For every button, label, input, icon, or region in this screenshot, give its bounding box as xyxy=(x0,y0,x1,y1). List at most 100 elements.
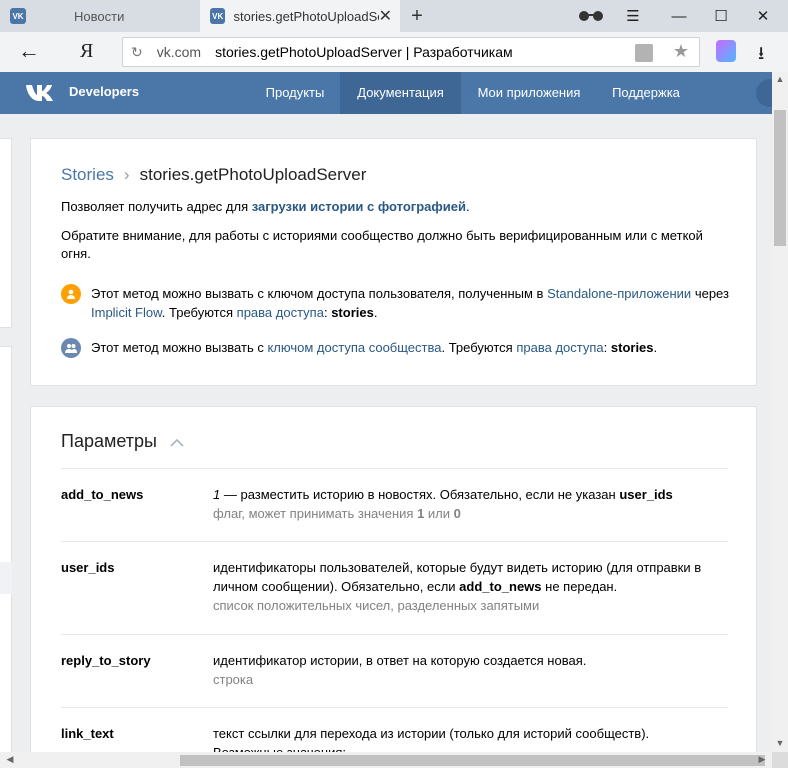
note-text-part: : xyxy=(603,340,608,355)
maximize-button[interactable]: ☐ xyxy=(704,0,738,32)
standalone-app-link[interactable]: Standalone-приложении xyxy=(547,286,691,301)
lock-icon[interactable] xyxy=(635,44,653,62)
note-text: Этот метод можно вызвать с ключом доступ… xyxy=(91,338,741,357)
new-tab-button[interactable]: + xyxy=(406,4,428,28)
tab-news[interactable]: VK Новости xyxy=(0,0,198,32)
tab-close-icon[interactable]: ✕ xyxy=(379,6,392,26)
breadcrumb-stories-link[interactable]: Stories xyxy=(61,165,114,184)
divider xyxy=(61,634,728,635)
note-text-part: через xyxy=(694,286,729,301)
download-icon[interactable]: ⭳ xyxy=(758,41,764,71)
vertical-scroll-thumb[interactable] xyxy=(774,110,786,246)
param-type: список положительных чисел, разделенных … xyxy=(213,598,540,613)
vk-logo-icon[interactable] xyxy=(25,82,57,104)
param-desc-text: текст ссылки для перехода из истории (то… xyxy=(213,726,650,741)
scroll-down-icon[interactable]: ▼ xyxy=(772,738,788,748)
access-rights-link[interactable]: права доступа xyxy=(516,340,603,355)
param-description: идентификаторы пользователей, которые бу… xyxy=(213,558,723,615)
vertical-scrollbar[interactable]: ▲ ▼ xyxy=(772,72,788,752)
params-card: Параметры add_to_news 1 — разместить ист… xyxy=(30,406,757,752)
implicit-flow-link[interactable]: Implicit Flow xyxy=(91,305,162,320)
breadcrumb-separator-icon: › xyxy=(123,165,130,184)
desc-text: Позволяет получить адрес для xyxy=(61,199,249,214)
param-desc-text: — разместить историю в новостях. Обязате… xyxy=(220,487,620,502)
address-domain: vk.com xyxy=(156,44,202,60)
yandex-button[interactable]: Я xyxy=(80,40,93,63)
param-description: 1 — разместить историю в новостях. Обяза… xyxy=(213,485,723,523)
nav-my-apps[interactable]: Мои приложения xyxy=(463,72,595,114)
group-icon xyxy=(61,338,81,358)
address-page-title: stories.getPhotoUploadServer | Разработч… xyxy=(215,44,513,60)
param-desc-text: идентификатор истории, в ответ на котору… xyxy=(213,653,587,668)
vk-favicon-icon: VK xyxy=(10,8,26,24)
user-icon xyxy=(61,284,81,304)
divider xyxy=(61,707,728,708)
bookmark-star-icon[interactable]: ★ xyxy=(673,41,689,62)
tab-title: Новости xyxy=(74,8,125,24)
desc-text: . xyxy=(465,199,470,214)
page-title: stories.getPhotoUploadServer xyxy=(139,165,367,184)
page-content: Stories › stories.getPhotoUploadServer Поз… xyxy=(0,114,772,752)
left-menu-panel xyxy=(0,346,12,752)
browser-tab-strip: VK Новости VK stories.getPhotoUploadSe ✕… xyxy=(0,0,788,32)
access-rights-link[interactable]: права доступа xyxy=(237,305,324,320)
param-type-text: или xyxy=(424,506,454,521)
browser-toolbar: ← Я ↻ vk.com stories.getPhotoUploadServe… xyxy=(0,32,788,72)
vk-favicon-icon: VK xyxy=(210,8,226,24)
horizontal-scroll-thumb[interactable] xyxy=(180,755,765,766)
note-text-part: . Требуются xyxy=(441,340,513,355)
menu-icon[interactable]: ☰ xyxy=(616,0,650,32)
note-text-part: Этот метод можно вызвать с xyxy=(91,340,264,355)
vk-header: Developers Продукты Документация Мои при… xyxy=(0,72,784,114)
method-card: Stories › stories.getPhotoUploadServer Поз… xyxy=(30,138,757,386)
left-menu-selected-item[interactable] xyxy=(0,562,12,594)
address-bar[interactable]: ↻ vk.com stories.getPhotoUploadServer | … xyxy=(122,37,700,67)
nav-documentation[interactable]: Документация xyxy=(340,72,461,114)
param-type-value: 0 xyxy=(453,506,461,521)
incognito-glasses-icon[interactable] xyxy=(574,0,608,32)
chevron-up-icon[interactable] xyxy=(169,435,185,451)
scrollbar-corner xyxy=(772,752,788,768)
param-desc-text: Возможные значения: xyxy=(213,743,723,752)
nav-products[interactable]: Продукты xyxy=(252,72,338,114)
method-description: Позволяет получить адрес для загрузки ис… xyxy=(61,199,470,214)
param-desc-text: не передан. xyxy=(541,579,618,594)
param-type: строка xyxy=(213,672,254,687)
param-name: user_ids xyxy=(61,560,115,575)
tab-stories-method[interactable]: VK stories.getPhotoUploadSe ✕ xyxy=(200,0,400,32)
divider xyxy=(61,468,728,469)
note-text-part: . Требуются xyxy=(161,305,234,320)
note-text-part: . xyxy=(373,305,378,320)
param-description: идентификатор истории, в ответ на котору… xyxy=(213,651,723,689)
verification-notice: Обратите внимание, для работы с историям… xyxy=(61,228,703,261)
minimize-button[interactable]: — xyxy=(662,0,696,32)
user-token-note: Этот метод можно вызвать с ключом доступ… xyxy=(61,284,741,322)
breadcrumb: Stories › stories.getPhotoUploadServer xyxy=(61,165,366,185)
note-text-part: . xyxy=(653,340,658,355)
note-text-part: : xyxy=(323,305,328,320)
params-title: Параметры xyxy=(61,431,157,451)
note-text-part: Этот метод можно вызвать с ключом доступ… xyxy=(91,286,544,301)
upload-story-photo-link[interactable]: загрузки истории с фотографией xyxy=(252,199,466,214)
horizontal-scrollbar[interactable]: ◀ ▶ xyxy=(0,752,772,768)
developers-brand[interactable]: Developers xyxy=(69,84,139,99)
param-ref: user_ids xyxy=(619,487,673,502)
close-window-button[interactable]: ✕ xyxy=(746,0,780,32)
param-description: текст ссылки для перехода из истории (то… xyxy=(213,724,723,752)
group-token-link[interactable]: ключом доступа сообщества xyxy=(267,340,441,355)
param-type: флаг, может принимать значения 1 или 0 xyxy=(213,504,723,523)
param-type-text: флаг, может принимать значения xyxy=(213,506,418,521)
extension-icon[interactable] xyxy=(716,40,736,62)
back-button[interactable]: ← xyxy=(18,40,40,62)
scope-stories: stories xyxy=(610,340,654,355)
param-name: add_to_news xyxy=(61,487,144,502)
scroll-right-icon[interactable]: ▶ xyxy=(754,754,770,765)
scroll-left-icon[interactable]: ◀ xyxy=(2,754,18,765)
param-desc-text: идентификаторы пользователей, которые бу… xyxy=(213,560,702,594)
reload-icon[interactable]: ↻ xyxy=(131,44,143,61)
note-text: Этот метод можно вызвать с ключом доступ… xyxy=(91,284,741,322)
group-token-note: Этот метод можно вызвать с ключом доступ… xyxy=(61,338,741,358)
param-name: link_text xyxy=(61,726,114,741)
nav-support[interactable]: Поддержка xyxy=(598,72,694,114)
scroll-up-icon[interactable]: ▲ xyxy=(772,74,788,84)
